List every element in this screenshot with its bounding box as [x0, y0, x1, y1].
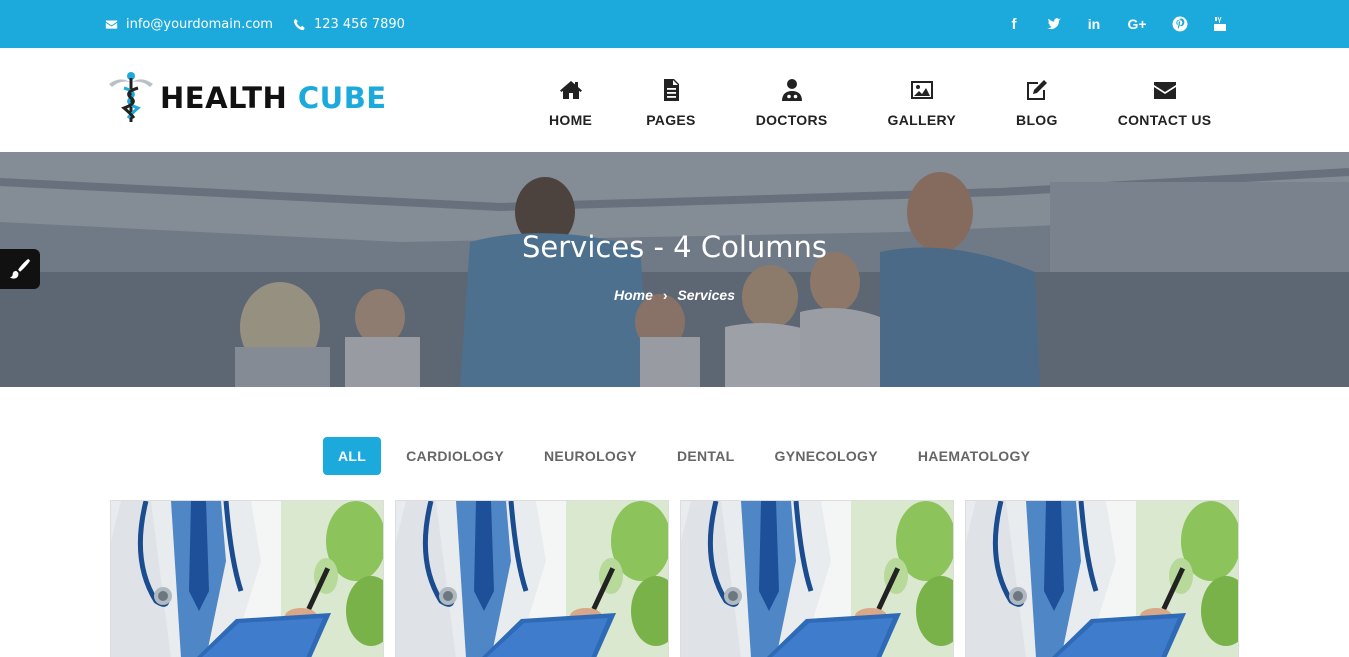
- service-card[interactable]: [965, 500, 1239, 657]
- site-header: HEALTH CUBE HOME PAGES DOCTORS GALLERY B…: [0, 48, 1349, 152]
- pinterest-icon[interactable]: [1171, 15, 1189, 33]
- filter-all[interactable]: ALL: [323, 437, 382, 475]
- home-icon: [559, 81, 582, 99]
- linkedin-icon[interactable]: in: [1085, 15, 1103, 33]
- breadcrumb-separator: ›: [662, 287, 668, 303]
- phone-text: 123 456 7890: [313, 16, 405, 32]
- nav-item-doctors[interactable]: DOCTORS: [726, 48, 858, 152]
- youtube-icon[interactable]: [1211, 15, 1229, 33]
- page-title: Services - 4 Columns: [521, 230, 828, 264]
- hero-overlay: [0, 152, 1349, 387]
- filter-cardiology[interactable]: CARDIOLOGY: [386, 448, 524, 464]
- nav-item-contact[interactable]: CONTACT US: [1088, 48, 1242, 152]
- email-text: info@yourdomain.com: [126, 16, 273, 32]
- breadcrumb-current: Services: [677, 287, 735, 303]
- envelope-icon: [1153, 82, 1176, 99]
- nav-item-blog[interactable]: BLOG: [986, 48, 1088, 152]
- brand-name-part1: HEALTH: [160, 81, 288, 115]
- site-logo[interactable]: HEALTH CUBE: [106, 70, 387, 126]
- doctor-clipboard-image: [966, 501, 1239, 657]
- doctor-clipboard-image: [681, 501, 954, 657]
- nav-item-pages[interactable]: PAGES: [618, 48, 725, 152]
- envelope-icon: [105, 19, 118, 29]
- edit-icon: [1026, 80, 1047, 100]
- brand-name-part2: CUBE: [297, 81, 387, 115]
- filter-neurology[interactable]: NEUROLOGY: [524, 448, 657, 464]
- page-hero-banner: Services - 4 Columns Home › Services: [0, 152, 1349, 387]
- filter-dental[interactable]: DENTAL: [657, 448, 755, 464]
- doctor-clipboard-image: [111, 501, 384, 657]
- main-nav: HOME PAGES DOCTORS GALLERY BLOG CONTACT …: [520, 48, 1241, 152]
- service-filter-tabs: ALL CARDIOLOGY NEUROLOGY DENTAL GYNECOLO…: [323, 437, 1050, 475]
- nav-item-gallery[interactable]: GALLERY: [858, 48, 986, 152]
- filter-haematology[interactable]: HAEMATOLOGY: [898, 448, 1050, 464]
- image-icon: [910, 81, 933, 99]
- email-contact[interactable]: info@yourdomain.com: [105, 17, 273, 32]
- document-icon: [663, 79, 679, 101]
- paint-brush-icon: [9, 258, 31, 279]
- caduceus-logo-icon: [109, 72, 153, 122]
- facebook-icon[interactable]: f: [1005, 15, 1023, 33]
- top-bar: info@yourdomain.com 123 456 7890 f in G+: [0, 0, 1349, 48]
- nav-item-home[interactable]: HOME: [520, 48, 618, 152]
- brand-name: HEALTH CUBE: [160, 81, 387, 115]
- service-card[interactable]: [395, 500, 669, 657]
- breadcrumb-home-link[interactable]: Home: [614, 287, 653, 303]
- doctor-icon: [781, 79, 802, 101]
- google-plus-icon[interactable]: G+: [1125, 15, 1149, 33]
- services-grid: [110, 500, 1239, 657]
- style-switcher-button[interactable]: [0, 249, 40, 289]
- service-card[interactable]: [680, 500, 954, 657]
- social-links: f in G+: [1005, 0, 1229, 48]
- doctor-clipboard-image: [396, 501, 669, 657]
- twitter-icon[interactable]: [1045, 15, 1063, 33]
- filter-gynecology[interactable]: GYNECOLOGY: [755, 448, 898, 464]
- contact-info: info@yourdomain.com 123 456 7890: [105, 0, 405, 48]
- service-card[interactable]: [110, 500, 384, 657]
- phone-contact[interactable]: 123 456 7890: [293, 17, 405, 32]
- breadcrumb: Home › Services: [0, 287, 1349, 303]
- phone-icon: [293, 18, 305, 30]
